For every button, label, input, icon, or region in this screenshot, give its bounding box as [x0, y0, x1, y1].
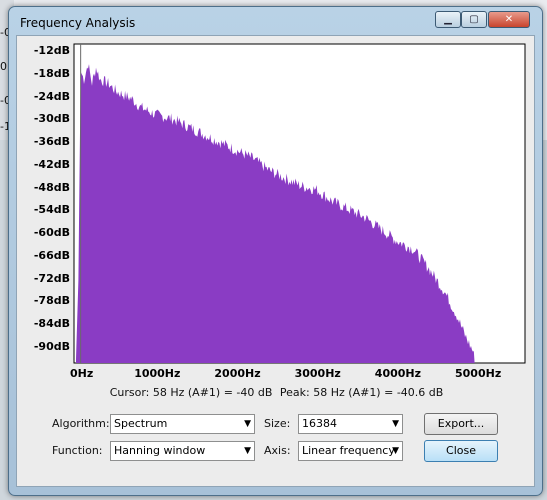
function-label: Function: [52, 444, 103, 457]
x-tick-label: 1000Hz [134, 367, 181, 380]
spectrum-plot[interactable] [17, 36, 536, 381]
size-label: Size: [264, 417, 291, 430]
x-tick-label: 0Hz [70, 367, 94, 380]
dialog-title: Frequency Analysis [20, 16, 136, 30]
bg-scale-label: 0 [0, 60, 7, 73]
size-value: 16384 [302, 417, 337, 430]
x-tick-label: 4000Hz [374, 367, 422, 380]
frequency-analysis-dialog: Frequency Analysis ▁ ▢ ✕ -12dB -18dB -24dB… [8, 6, 543, 496]
window-close-button[interactable]: ✕ [488, 11, 530, 28]
chevron-down-icon: ▼ [392, 419, 399, 429]
maximize-button[interactable]: ▢ [461, 11, 487, 28]
close-button[interactable]: Close [424, 440, 498, 462]
x-tick-label: 2000Hz [214, 367, 261, 380]
axis-label: Axis: [264, 444, 291, 457]
algorithm-label: Algorithm: [52, 417, 110, 430]
function-value: Hanning window [114, 444, 206, 457]
chevron-down-icon: ▼ [392, 446, 399, 456]
readout-line: Cursor: 58 Hz (A#1) = -40 dB Peak: 58 Hz… [17, 386, 536, 399]
axis-dropdown[interactable]: Linear frequency ▼ [298, 441, 403, 461]
algorithm-value: Spectrum [114, 417, 168, 430]
chevron-down-icon: ▼ [244, 419, 251, 429]
size-dropdown[interactable]: 16384 ▼ [298, 414, 403, 434]
chevron-down-icon: ▼ [244, 446, 251, 456]
x-tick-label: 5000Hz [455, 367, 502, 380]
dialog-client: -12dB -18dB -24dB -30dB -36dB -42dB -48dB -54dB… [16, 35, 535, 487]
axis-value: Linear frequency [302, 444, 395, 457]
minimize-button[interactable]: ▁ [435, 11, 461, 28]
algorithm-dropdown[interactable]: Spectrum ▼ [110, 414, 255, 434]
peak-readout: Peak: 58 Hz (A#1) = -40.6 dB [279, 386, 444, 399]
x-tick-label: 3000Hz [294, 367, 341, 380]
function-dropdown[interactable]: Hanning window ▼ [110, 441, 255, 461]
cursor-readout: Cursor: 58 Hz (A#1) = -40 dB [109, 386, 273, 399]
title-bar[interactable]: Frequency Analysis ▁ ▢ ✕ [9, 7, 542, 33]
export-button[interactable]: Export... [424, 413, 498, 435]
